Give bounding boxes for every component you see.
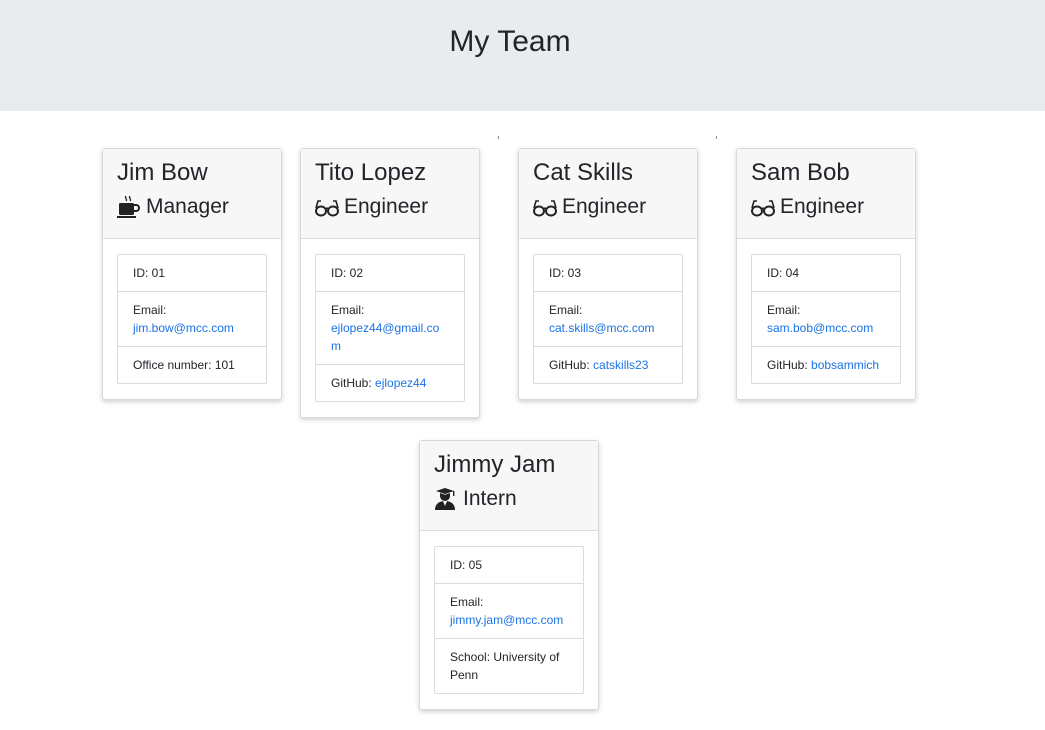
card-header: Jim Bow Manager: [103, 149, 281, 239]
email-label: Email:: [450, 595, 484, 609]
employee-email: Email: ejlopez44@gmail.com: [316, 291, 464, 364]
email-label: Email:: [549, 303, 583, 317]
github-info: GitHub: bobsammich: [752, 346, 900, 383]
email-label: Email:: [133, 303, 167, 317]
github-label: GitHub:: [331, 376, 376, 390]
card-body: ID: 04 Email: sam.bob@mcc.com GitHub: bob…: [737, 239, 915, 399]
coffee-mug-icon: [117, 196, 141, 218]
info-list: ID: 01 Email: jim.bow@mcc.com Office numb…: [117, 254, 267, 384]
employee-name: Sam Bob: [751, 159, 850, 186]
employee-name: Jim Bow: [117, 159, 208, 186]
employee-email: Email: cat.skills@mcc.com: [534, 291, 682, 346]
stray-mark: [716, 136, 717, 139]
employee-role: Engineer: [751, 194, 901, 220]
employee-id: ID: 01: [118, 255, 266, 291]
id-value: 02: [349, 266, 364, 280]
card-header: Cat Skills Engineer: [519, 149, 697, 239]
employee-name: Tito Lopez: [315, 159, 427, 186]
id-value: 04: [785, 266, 800, 280]
github-link[interactable]: catskills23: [593, 358, 648, 372]
card-body: ID: 01 Email: jim.bow@mcc.com Office numb…: [103, 239, 281, 399]
employee-role: Engineer: [315, 194, 465, 220]
github-link[interactable]: bobsammich: [811, 358, 879, 372]
employee-id: ID: 02: [316, 255, 464, 291]
employee-role: Manager: [117, 194, 267, 220]
employee-name: Cat Skills: [533, 159, 634, 186]
id-label: ID:: [549, 266, 568, 280]
glasses-icon: [315, 196, 339, 218]
email-label: Email:: [767, 303, 801, 317]
id-label: ID:: [767, 266, 786, 280]
role-label: Engineer: [562, 195, 647, 218]
github-link[interactable]: ejlopez44: [375, 376, 426, 390]
card-body: ID: 02 Email: ejlopez44@gmail.com GitHub:…: [301, 239, 479, 417]
email-label: Email:: [331, 303, 365, 317]
id-label: ID:: [133, 266, 152, 280]
stray-mark: [498, 136, 499, 139]
card-body: ID: 03 Email: cat.skills@mcc.com GitHub: …: [519, 239, 697, 399]
card-header: Tito Lopez Engineer: [301, 149, 479, 239]
employee-id: ID: 04: [752, 255, 900, 291]
info-list: ID: 05 Email: jimmy.jam@mcc.com School: U…: [434, 546, 584, 694]
school-info: School: University of Penn: [435, 638, 583, 693]
id-value: 01: [151, 266, 166, 280]
employee-name: Jimmy Jam: [434, 451, 556, 478]
email-link[interactable]: jim.bow@mcc.com: [133, 321, 234, 335]
info-list: ID: 04 Email: sam.bob@mcc.com GitHub: bob…: [751, 254, 901, 384]
employee-card-manager: Jim Bow Manager ID: 01 Email: jim.bow@mcc…: [102, 148, 282, 400]
role-label: Intern: [463, 487, 517, 510]
github-label: GitHub:: [549, 358, 594, 372]
info-list: ID: 02 Email: ejlopez44@gmail.com GitHub:…: [315, 254, 465, 402]
employee-email: Email: jim.bow@mcc.com: [118, 291, 266, 346]
office-value: 101: [214, 358, 235, 372]
github-info: GitHub: ejlopez44: [316, 364, 464, 401]
id-label: ID:: [450, 558, 469, 572]
github-info: GitHub: catskills23: [534, 346, 682, 383]
glasses-icon: [751, 196, 775, 218]
email-link[interactable]: sam.bob@mcc.com: [767, 321, 873, 335]
employee-id: ID: 05: [435, 547, 583, 583]
employee-card-engineer: Cat Skills Engineer ID: 03 Email: cat.ski…: [518, 148, 698, 400]
email-link[interactable]: cat.skills@mcc.com: [549, 321, 655, 335]
email-link[interactable]: ejlopez44@gmail.com: [331, 321, 439, 353]
card-header: Sam Bob Engineer: [737, 149, 915, 239]
role-label: Manager: [146, 195, 229, 218]
id-label: ID:: [331, 266, 350, 280]
role-label: Engineer: [344, 195, 429, 218]
glasses-icon: [533, 196, 557, 218]
header-banner: My Team: [0, 0, 1045, 111]
card-body: ID: 05 Email: jimmy.jam@mcc.com School: U…: [420, 531, 598, 709]
employee-card-intern: Jimmy Jam Intern ID: 05 Email: jimmy.jam@…: [419, 440, 599, 710]
employee-email: Email: jimmy.jam@mcc.com: [435, 583, 583, 638]
employee-card-engineer: Sam Bob Engineer ID: 04 Email: sam.bob@mc…: [736, 148, 916, 400]
employee-role: Intern: [434, 486, 584, 512]
graduate-icon: [434, 488, 458, 510]
office-number: Office number: 101: [118, 346, 266, 383]
info-list: ID: 03 Email: cat.skills@mcc.com GitHub: …: [533, 254, 683, 384]
id-value: 03: [567, 266, 582, 280]
role-label: Engineer: [780, 195, 865, 218]
school-label: School:: [450, 650, 494, 664]
page-title: My Team: [449, 25, 571, 58]
employee-id: ID: 03: [534, 255, 682, 291]
employee-role: Engineer: [533, 194, 683, 220]
id-value: 05: [468, 558, 483, 572]
github-label: GitHub:: [767, 358, 812, 372]
employee-email: Email: sam.bob@mcc.com: [752, 291, 900, 346]
employee-card-engineer: Tito Lopez Engineer ID: 02 Email: ejlopez…: [300, 148, 480, 418]
office-label: Office number:: [133, 358, 215, 372]
card-header: Jimmy Jam Intern: [420, 441, 598, 531]
email-link[interactable]: jimmy.jam@mcc.com: [450, 613, 563, 627]
